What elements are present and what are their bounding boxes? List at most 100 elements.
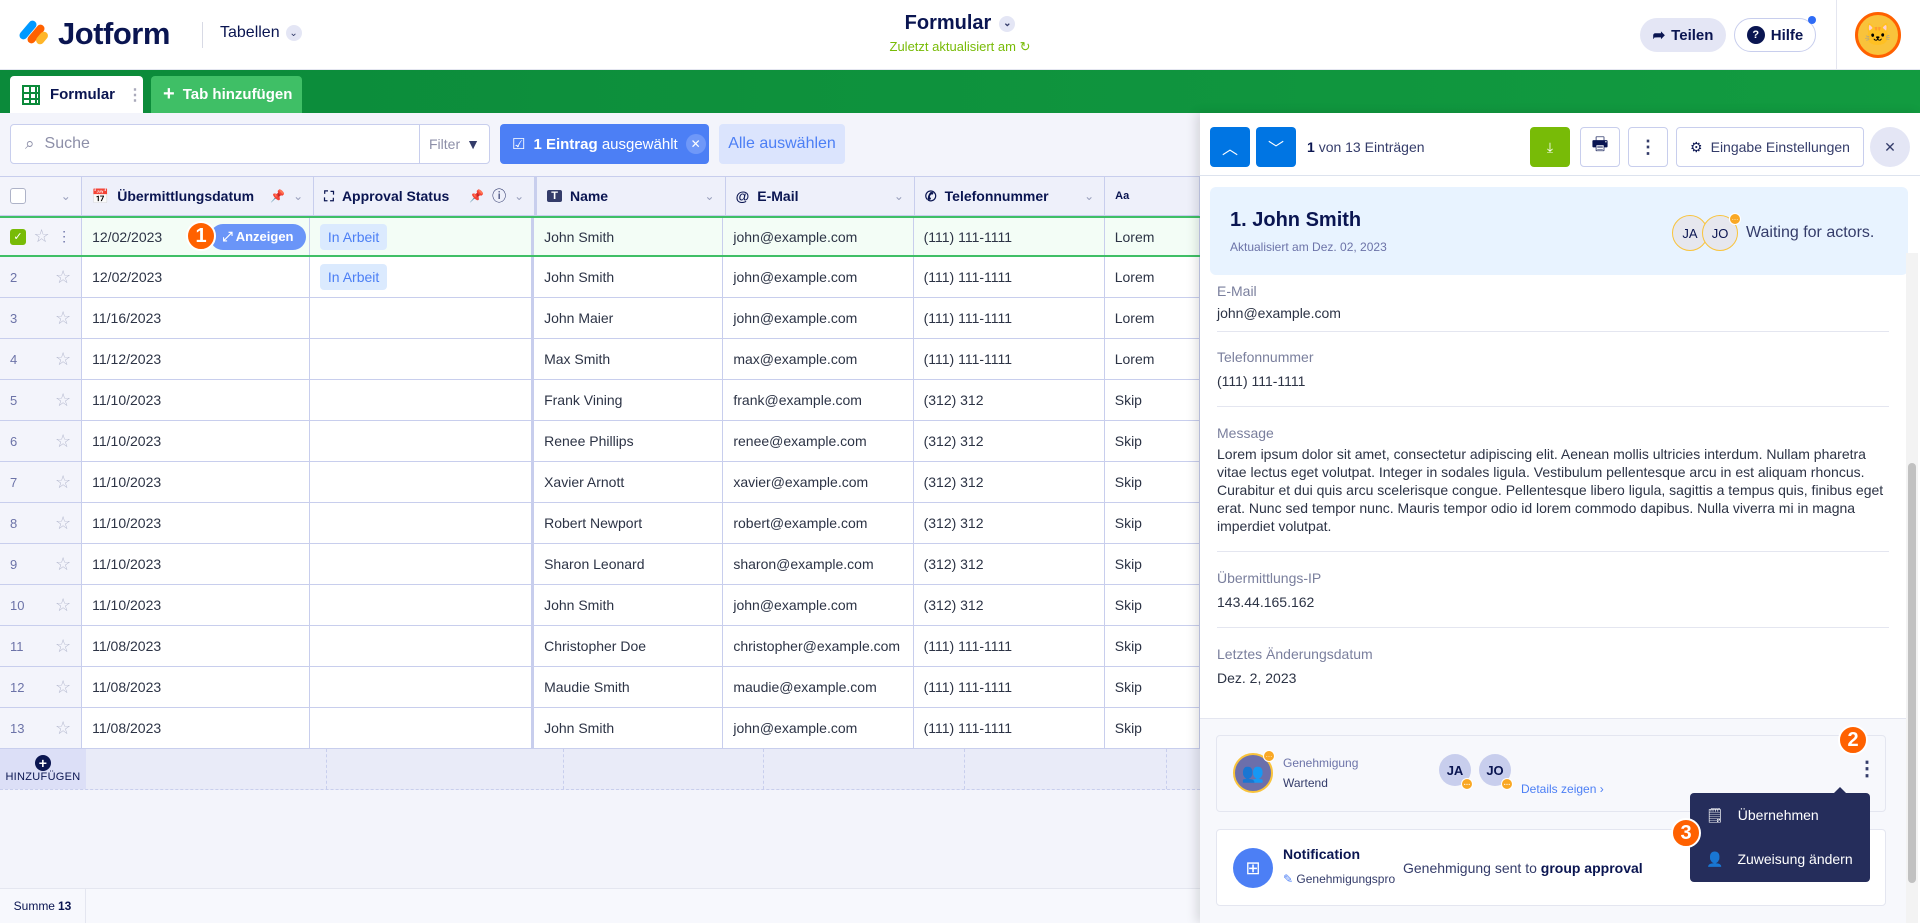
cell-email[interactable]: robert@example.com bbox=[723, 503, 914, 543]
cell-approval-status[interactable] bbox=[310, 421, 535, 461]
entry-settings-button[interactable]: ⚙ Eingabe Einstellungen bbox=[1676, 127, 1864, 167]
cell-approval-status[interactable]: In Arbeit bbox=[310, 257, 535, 297]
cell-email[interactable]: christopher@example.com bbox=[723, 626, 914, 666]
star-icon[interactable]: ☆ bbox=[55, 677, 71, 698]
cell-phone[interactable]: (312) 312 bbox=[914, 421, 1105, 461]
cell-name[interactable]: John Smith bbox=[534, 708, 724, 748]
clear-selection-icon[interactable]: ✕ bbox=[685, 134, 706, 154]
star-icon[interactable]: ☆ bbox=[55, 308, 71, 329]
add-row-button[interactable]: + HINZUFÜGEN bbox=[0, 749, 86, 789]
cell-text[interactable]: Lorem bbox=[1105, 339, 1200, 379]
chevron-down-icon[interactable]: ⌄ bbox=[894, 189, 904, 203]
cell-approval-status[interactable] bbox=[310, 462, 535, 502]
cell-phone[interactable]: (312) 312 bbox=[914, 380, 1105, 420]
cell-text[interactable]: Skip bbox=[1105, 503, 1200, 543]
add-tab-button[interactable]: + Tab hinzufügen bbox=[151, 76, 302, 113]
cell-approval-status[interactable] bbox=[310, 626, 535, 666]
cell-name[interactable]: Frank Vining bbox=[534, 380, 724, 420]
cell-text[interactable]: Skip bbox=[1105, 585, 1200, 625]
cell-approval-status[interactable] bbox=[310, 298, 535, 338]
cell-text[interactable]: Skip bbox=[1105, 708, 1200, 748]
selected-entries-chip[interactable]: ☑ 1 Eintrag ausgewählt ✕ bbox=[500, 124, 709, 164]
chevron-down-icon[interactable]: ⌄ bbox=[61, 189, 71, 203]
star-icon[interactable]: ☆ bbox=[55, 554, 71, 575]
more-vertical-icon[interactable]: ⋮ bbox=[57, 228, 71, 245]
cell-approval-status[interactable] bbox=[310, 380, 535, 420]
more-options-button[interactable]: ⋮ bbox=[1628, 127, 1668, 167]
star-icon[interactable]: ☆ bbox=[55, 636, 71, 657]
cell-name[interactable]: John Smith bbox=[534, 585, 724, 625]
more-vertical-icon[interactable]: ⋮ bbox=[127, 85, 143, 105]
cell-approval-status[interactable] bbox=[310, 339, 535, 379]
cell-text[interactable]: Skip bbox=[1105, 421, 1200, 461]
table-row[interactable]: 2 ☆ 12/02/2023 In Arbeit John Smith john@exam… bbox=[0, 257, 1200, 298]
cell-name[interactable]: Max Smith bbox=[534, 339, 724, 379]
cell-email[interactable]: sharon@example.com bbox=[723, 544, 914, 584]
table-row[interactable]: 7 ☆ 11/10/2023 Xavier Arnott xavier@example.… bbox=[0, 462, 1200, 503]
chevron-down-icon[interactable]: ⌄ bbox=[1084, 189, 1094, 203]
cell-text[interactable]: Skip bbox=[1105, 544, 1200, 584]
cell-phone[interactable]: (111) 111-1111 bbox=[914, 708, 1105, 748]
chevron-down-icon[interactable]: ⌄ bbox=[514, 189, 524, 203]
cell-name[interactable]: John Maier bbox=[534, 298, 724, 338]
table-row[interactable]: 12 ☆ 11/08/2023 Maudie Smith maudie@example.… bbox=[0, 667, 1200, 708]
cell-email[interactable]: john@example.com bbox=[723, 585, 914, 625]
cell-name[interactable]: Robert Newport bbox=[534, 503, 724, 543]
previous-entry-button[interactable]: ︿ bbox=[1210, 127, 1250, 167]
cell-text[interactable]: Skip bbox=[1105, 462, 1200, 502]
download-button[interactable]: ⤓ bbox=[1530, 127, 1570, 167]
cell-phone[interactable]: (111) 111-1111 bbox=[914, 298, 1105, 338]
cell-text[interactable]: Skip bbox=[1105, 380, 1200, 420]
cell-approval-status[interactable] bbox=[310, 585, 535, 625]
star-icon[interactable]: ☆ bbox=[55, 718, 71, 739]
cell-phone[interactable]: (111) 111-1111 bbox=[914, 626, 1105, 666]
menu-item-take-over[interactable]: 🗒 Übernehmen bbox=[1690, 793, 1870, 837]
cell-email[interactable]: renee@example.com bbox=[723, 421, 914, 461]
info-icon[interactable]: ⓘ bbox=[492, 186, 506, 206]
cell-phone[interactable]: (312) 312 bbox=[914, 585, 1105, 625]
cell-name[interactable]: Christopher Doe bbox=[534, 626, 724, 666]
column-header-date[interactable]: 📅 Übermittlungsdatum 📌 ⌄ bbox=[82, 177, 315, 215]
star-icon[interactable]: ☆ bbox=[55, 431, 71, 452]
view-entry-button[interactable]: ⤢ Anzeigen bbox=[210, 223, 306, 250]
star-icon[interactable]: ☆ bbox=[55, 267, 71, 288]
cell-approval-status[interactable] bbox=[310, 667, 535, 707]
tab-formular[interactable]: Formular ⋮ bbox=[10, 76, 143, 113]
cell-phone[interactable]: (312) 312 bbox=[914, 503, 1105, 543]
cell-phone[interactable]: (312) 312 bbox=[914, 462, 1105, 502]
panel-scrollbar[interactable] bbox=[1906, 253, 1918, 923]
cell-date[interactable]: 11/10/2023 bbox=[82, 421, 310, 461]
cell-name[interactable]: Sharon Leonard bbox=[534, 544, 724, 584]
approval-more-button[interactable]: ⋮ bbox=[1857, 756, 1877, 781]
star-icon[interactable]: ☆ bbox=[55, 595, 71, 616]
show-details-link[interactable]: Details zeigen › bbox=[1521, 782, 1604, 796]
column-header-name[interactable]: T Name ⌄ bbox=[537, 177, 726, 215]
cell-phone[interactable]: (312) 312 bbox=[914, 544, 1105, 584]
cell-name[interactable]: John Smith bbox=[534, 218, 724, 255]
select-all-checkbox[interactable] bbox=[10, 188, 26, 204]
cell-date[interactable]: 11/10/2023 bbox=[82, 462, 310, 502]
cell-text[interactable]: Skip bbox=[1105, 667, 1200, 707]
cell-approval-status[interactable]: In Arbeit bbox=[310, 218, 535, 255]
cell-email[interactable]: max@example.com bbox=[723, 339, 914, 379]
table-row[interactable]: 4 ☆ 11/12/2023 Max Smith max@example.com (111… bbox=[0, 339, 1200, 380]
cell-date[interactable]: 11/08/2023 bbox=[82, 708, 310, 748]
pin-icon[interactable]: 📌 bbox=[469, 189, 484, 203]
cell-date[interactable]: 11/10/2023 bbox=[82, 585, 310, 625]
share-button[interactable]: ➦ Teilen bbox=[1640, 18, 1726, 52]
cell-email[interactable]: maudie@example.com bbox=[723, 667, 914, 707]
table-row[interactable]: 3 ☆ 11/16/2023 John Maier john@example.com (1… bbox=[0, 298, 1200, 339]
cell-date[interactable]: 12/02/2023 bbox=[82, 257, 310, 297]
table-row[interactable]: ✓ ☆ ⋮ 12/02/2023 ⤢ Anzeigen In Arbeit John Smi… bbox=[0, 216, 1200, 257]
help-button[interactable]: ? Hilfe bbox=[1734, 18, 1816, 52]
cell-email[interactable]: xavier@example.com bbox=[723, 462, 914, 502]
jotform-logo[interactable]: Jotform bbox=[17, 16, 170, 52]
cell-name[interactable]: Xavier Arnott bbox=[534, 462, 724, 502]
star-icon[interactable]: ☆ bbox=[55, 349, 71, 370]
table-row[interactable]: 13 ☆ 11/08/2023 John Smith john@example.com (… bbox=[0, 708, 1200, 749]
cell-phone[interactable]: (111) 111-1111 bbox=[914, 339, 1105, 379]
cell-email[interactable]: john@example.com bbox=[723, 708, 914, 748]
table-row[interactable]: 11 ☆ 11/08/2023 Christopher Doe christopher@… bbox=[0, 626, 1200, 667]
cell-date[interactable]: 11/10/2023 bbox=[82, 503, 310, 543]
next-entry-button[interactable]: ﹀ bbox=[1256, 127, 1296, 167]
